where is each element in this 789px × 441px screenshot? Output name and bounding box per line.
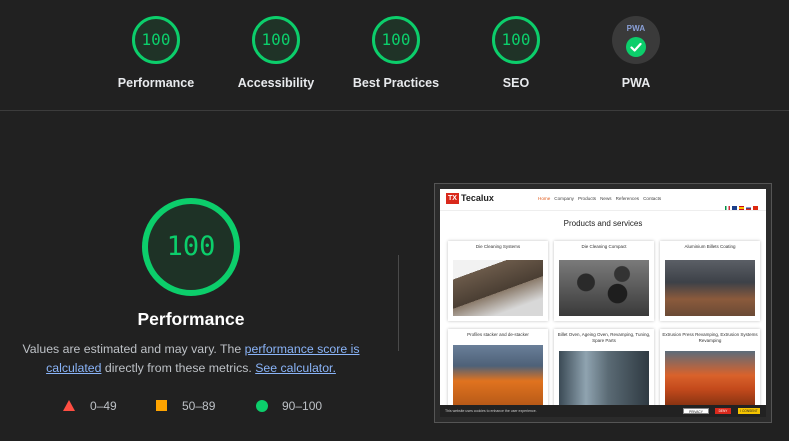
screenshot-menu-item: References [615,196,640,201]
category-scores-bar: 100 Performance 100 Accessibility 100 Be… [0,0,789,111]
gauge-seo[interactable]: 100 SEO [461,16,571,90]
legend-average-range: 50–89 [182,399,216,413]
screenshot-navbar: TX Tecalux Home Company Products News Referen… [440,189,766,211]
screenshot-menu-item: Products [577,196,597,201]
gauge-performance-label: Performance [117,76,195,90]
screenshot-menu-item: Company [554,196,574,201]
product-image [665,351,755,405]
screenshot-logo-mark: TX [446,193,459,205]
product-image [453,345,543,405]
product-card-title: Profiles stacker and de-stacker [467,332,529,337]
cookie-privacy-button: PRIVACY [683,408,709,414]
screenshot-heading: Products and services [563,219,643,228]
gauge-pwa[interactable]: PWA PWA [581,16,691,90]
product-card: Die Cleaning Systems [448,241,548,321]
gauge-seo-label: SEO [502,76,530,90]
final-screenshot-thumbnail[interactable]: TX Tecalux Home Company Products News Referen… [434,183,772,423]
gauge-performance[interactable]: 100 Performance [101,16,211,90]
product-image [453,260,543,316]
gauge-accessibility-label: Accessibility [237,76,315,90]
product-card-title: Die Cleaning Compact [581,244,627,249]
description-text-start: Values are estimated and may vary. The [22,342,245,356]
description-text-middle: directly from these metrics. [101,361,256,375]
gauge-accessibility[interactable]: 100 Accessibility [221,16,331,90]
product-card-title: Aluminium Billets Coating [684,244,736,249]
gauge-accessibility-score: 100 [252,16,300,64]
screenshot-logo: TX Tecalux [446,193,494,206]
performance-title: Performance [137,309,245,329]
see-calculator-link[interactable]: See calculator. [255,361,336,375]
screenshot-menu-item: Contacts [643,196,662,201]
pwa-badge-text: PWA [626,24,646,33]
screenshot-menu-item: News [600,196,612,201]
performance-score-gauge: 100 [142,198,240,296]
product-image [559,351,649,405]
gauge-pwa-label: PWA [621,76,651,90]
triangle-icon [63,400,75,411]
cookie-deny-button: DENY [715,408,731,414]
product-image [665,260,755,316]
performance-description: Values are estimated and may vary. The p… [18,340,364,378]
screenshot-menu-item: Home [538,196,551,201]
screenshot-brand: Tecalux [461,193,494,203]
cookie-consent-button: I CONSENT [738,408,760,414]
gauge-performance-score: 100 [132,16,180,64]
product-image [559,260,649,316]
cookie-banner: This website uses cookies to enhance the… [440,405,766,417]
product-card: Profiles stacker and de-stacker [448,329,548,409]
product-card-title: Die Cleaning Systems [475,244,521,249]
pwa-badge: PWA [612,16,660,64]
check-icon [626,37,646,57]
language-flags-icon [723,197,758,215]
circle-icon [256,400,268,412]
gauge-best-practices-label: Best Practices [352,76,440,90]
screenshot-menu: Home Company Products News References Contact… [538,196,665,201]
cookie-banner-text: This website uses cookies to enhance the… [445,409,537,413]
product-card: Extrusion Press Revamping, Extrusion Sys… [660,329,760,409]
product-card-title: Billet Oven, Ageing Oven, Revamping, Tun… [557,332,651,343]
vertical-divider [398,255,399,351]
gauge-seo-score: 100 [492,16,540,64]
legend-fail-range: 0–49 [90,399,117,413]
product-card: Aluminium Billets Coating [660,241,760,321]
product-card: Die Cleaning Compact [554,241,654,321]
gauge-best-practices[interactable]: 100 Best Practices [341,16,451,90]
product-card: Billet Oven, Ageing Oven, Revamping, Tun… [554,329,654,409]
legend-pass-range: 90–100 [282,399,323,413]
square-icon [156,400,167,411]
gauge-best-practices-score: 100 [372,16,420,64]
product-card-title: Extrusion Press Revamping, Extrusion Sys… [662,332,758,343]
